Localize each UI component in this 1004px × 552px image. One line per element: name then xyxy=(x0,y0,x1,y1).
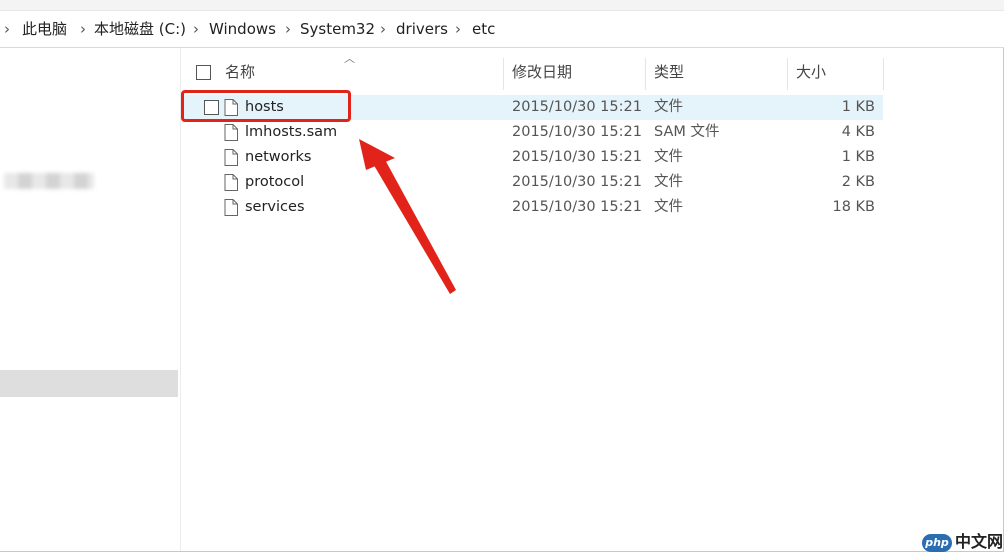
arrowhead-icon xyxy=(359,139,395,170)
php-logo-icon: php xyxy=(922,533,952,552)
watermark-text: 中文网 xyxy=(955,532,1004,551)
watermark: php 中文网 xyxy=(922,528,1003,552)
annotation-arrow-icon xyxy=(359,139,456,294)
